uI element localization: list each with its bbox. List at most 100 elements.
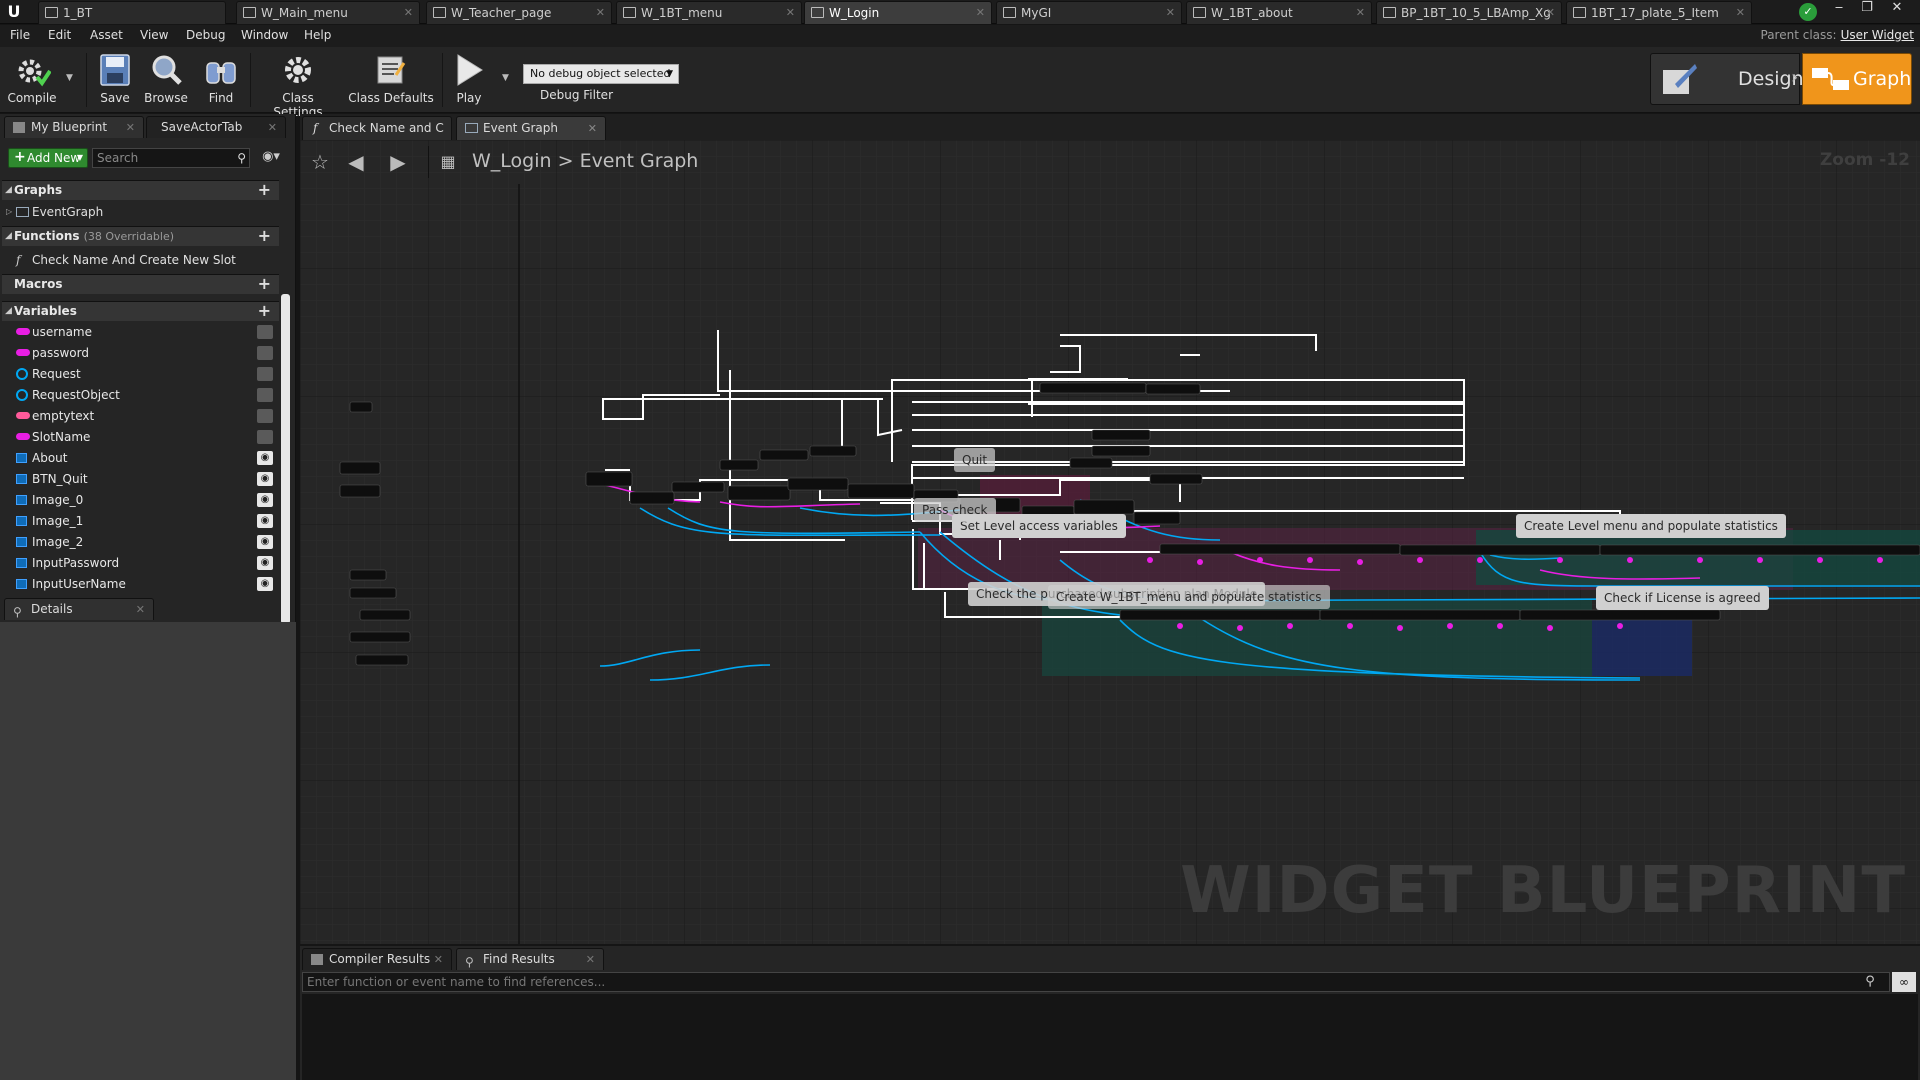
doc-tab-w-main-menu[interactable]: W_Main_menu ✕ — [236, 1, 420, 24]
eye-open-icon[interactable]: ◉ — [257, 514, 273, 528]
menu-edit[interactable]: Edit — [48, 28, 71, 42]
tree-item-check-name-function[interactable]: f Check Name And Create New Slot — [2, 250, 279, 270]
eye-closed-icon[interactable] — [257, 367, 273, 381]
variable-row[interactable]: emptytext — [2, 406, 279, 426]
close-icon[interactable]: ✕ — [404, 2, 413, 24]
variable-row[interactable]: Image_1 ◉ — [2, 511, 279, 531]
comment-pass-check[interactable]: Pass check — [914, 498, 996, 522]
doc-tab-bp-1bt[interactable]: BP_1BT_10_5_LBAmp_Xg ✕ — [1376, 1, 1562, 24]
variable-row[interactable]: password — [2, 343, 279, 363]
variable-row[interactable]: InputUserName ◉ — [2, 574, 279, 594]
compile-options-caret[interactable]: ▼ — [66, 73, 73, 83]
find-in-all-blueprints-button[interactable]: ∞ — [1892, 972, 1916, 992]
variables-section-header[interactable]: ◢ Variables + — [2, 301, 279, 321]
browse-button[interactable]: Browse — [142, 51, 190, 109]
menu-debug[interactable]: Debug — [186, 28, 225, 42]
eye-open-icon[interactable]: ◉ — [257, 472, 273, 486]
save-button[interactable]: Save — [94, 51, 136, 109]
source-control-icon[interactable]: ✓ — [1799, 3, 1817, 21]
debug-object-select[interactable]: No debug object selected ▼ — [523, 64, 679, 84]
close-window-icon[interactable]: ✕ — [1884, 0, 1910, 18]
eye-open-icon[interactable]: ◉ — [257, 535, 273, 549]
close-icon[interactable]: ✕ — [786, 2, 795, 24]
comment-check-license[interactable]: Check if License is agreed — [1596, 586, 1769, 610]
doc-tab-1-bt[interactable]: 1_BT — [38, 1, 226, 24]
tree-item-eventgraph[interactable]: ▷ EventGraph — [2, 202, 279, 222]
close-icon[interactable]: ✕ — [126, 117, 135, 138]
doc-tab-1bt-17-plate[interactable]: 1BT_17_plate_5_Item ✕ — [1566, 1, 1752, 24]
close-icon[interactable]: ✕ — [586, 949, 595, 970]
menu-help[interactable]: Help — [304, 28, 331, 42]
doc-tab-mygi[interactable]: MyGI ✕ — [996, 1, 1182, 24]
graphs-section-header[interactable]: ◢ Graphs + — [2, 180, 279, 200]
event-graph-canvas[interactable]: ☆ ◀ ▶ ▦ W_Login > Event Graph Zoom -12 S… — [300, 140, 1920, 944]
eye-open-icon[interactable]: ◉ — [257, 556, 273, 570]
macros-section-header[interactable]: Macros + — [2, 274, 279, 294]
variables-scrollbar[interactable] — [281, 294, 290, 624]
maximize-icon[interactable]: ❐ — [1854, 0, 1880, 18]
add-variable-button[interactable]: + — [258, 301, 271, 320]
variable-row[interactable]: Image_2 ◉ — [2, 532, 279, 552]
tab-my-blueprint[interactable]: My Blueprint ✕ — [4, 116, 144, 138]
graph-mode-button[interactable]: Graph — [1802, 53, 1912, 105]
doc-tab-w-login[interactable]: W_Login ✕ — [804, 1, 992, 24]
tab-find-results[interactable]: ⚲ Find Results ✕ — [456, 948, 604, 970]
minimize-icon[interactable]: ‒ — [1826, 0, 1852, 18]
variable-row[interactable]: SlotName — [2, 427, 279, 447]
functions-section-header[interactable]: ◢ Functions (38 Overridable) + — [2, 226, 279, 246]
comment-quit[interactable]: Quit — [954, 448, 996, 472]
close-icon[interactable]: ✕ — [136, 599, 145, 620]
play-button[interactable]: Play — [446, 51, 492, 109]
find-references-input[interactable]: Enter function or event name to find ref… — [302, 972, 1890, 992]
comment-create-level-menu[interactable]: Create Level menu and populate statistic… — [1516, 514, 1786, 538]
variable-row[interactable]: RequestObject — [2, 385, 279, 405]
play-options-caret[interactable]: ▼ — [502, 73, 509, 83]
add-graph-button[interactable]: + — [258, 180, 271, 199]
doc-tab-w-teacher-page[interactable]: W_Teacher_page ✕ — [426, 1, 612, 24]
close-icon[interactable]: ✕ — [1546, 2, 1555, 24]
menu-view[interactable]: View — [140, 28, 168, 42]
variable-row[interactable]: username — [2, 322, 279, 342]
eye-open-icon[interactable]: ◉ — [257, 577, 273, 591]
add-macro-button[interactable]: + — [258, 274, 271, 293]
search-icon[interactable]: ⚲ — [1860, 972, 1880, 992]
add-new-button[interactable]: + Add New ▼ — [8, 148, 88, 168]
doc-tab-w-1bt-menu[interactable]: W_1BT_menu ✕ — [616, 1, 802, 24]
tab-check-name-function[interactable]: f Check Name and C — [302, 116, 452, 140]
designer-mode-button[interactable]: Designer — [1650, 53, 1823, 105]
close-icon[interactable]: ✕ — [588, 118, 597, 140]
close-icon[interactable]: ✕ — [976, 2, 985, 24]
variable-row[interactable]: InputPassword ◉ — [2, 553, 279, 573]
eye-closed-icon[interactable] — [257, 388, 273, 402]
variable-row[interactable]: BTN_Quit ◉ — [2, 469, 279, 489]
close-icon[interactable]: ✕ — [1356, 2, 1365, 24]
class-settings-button[interactable]: Class Settings — [256, 51, 340, 119]
close-icon[interactable]: ✕ — [434, 949, 443, 970]
close-icon[interactable]: ✕ — [596, 2, 605, 24]
comment-create-menu[interactable]: Create W_1BT_menu and populate statistic… — [1048, 585, 1330, 609]
blueprint-node-network[interactable] — [300, 140, 1920, 944]
find-button[interactable]: Find — [198, 51, 244, 109]
tab-compiler-results[interactable]: Compiler Results ✕ — [302, 948, 452, 970]
menu-window[interactable]: Window — [241, 28, 288, 42]
close-icon[interactable]: ✕ — [1736, 2, 1745, 24]
menu-asset[interactable]: Asset — [90, 28, 123, 42]
menu-file[interactable]: File — [10, 28, 30, 42]
eye-open-icon[interactable]: ◉ — [257, 451, 273, 465]
eye-closed-icon[interactable] — [257, 430, 273, 444]
eye-open-icon[interactable]: ◉ — [257, 493, 273, 507]
variable-row[interactable]: Image_0 ◉ — [2, 490, 279, 510]
blueprint-search-input[interactable]: Search ⚲ — [92, 148, 250, 168]
add-function-button[interactable]: + — [258, 226, 271, 245]
view-options-button[interactable]: ◉▾ — [256, 148, 286, 168]
eye-closed-icon[interactable] — [257, 325, 273, 339]
eye-closed-icon[interactable] — [257, 346, 273, 360]
tab-details[interactable]: ⚲ Details ✕ — [4, 598, 154, 620]
eye-closed-icon[interactable] — [257, 409, 273, 423]
close-icon[interactable]: ✕ — [1166, 2, 1175, 24]
parent-class-link[interactable]: User Widget — [1841, 28, 1914, 42]
tab-event-graph[interactable]: Event Graph ✕ — [456, 116, 606, 140]
tab-save-actor[interactable]: SaveActorTab ✕ — [146, 116, 286, 138]
variable-row[interactable]: Request — [2, 364, 279, 384]
variable-row[interactable]: About ◉ — [2, 448, 279, 468]
